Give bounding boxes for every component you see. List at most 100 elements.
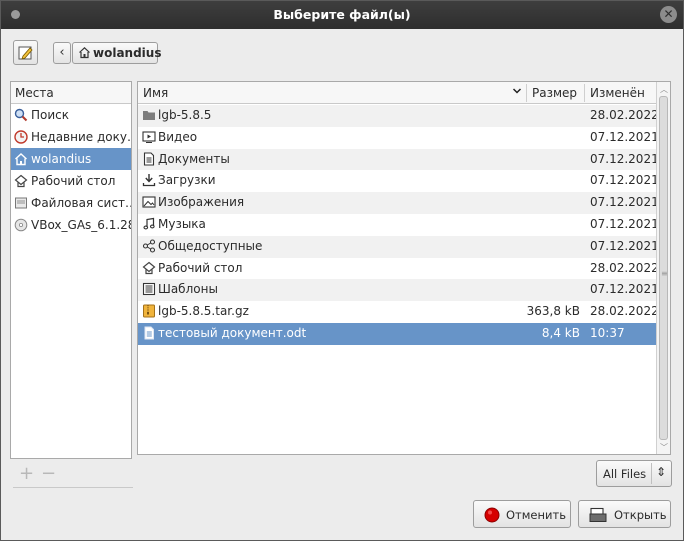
- home-icon: [79, 46, 90, 59]
- file-name: Изображения: [158, 195, 245, 210]
- file-modified: 28.02.2022: [590, 108, 659, 122]
- column-header-name[interactable]: Имя: [143, 86, 168, 100]
- documents-folder-icon: [143, 152, 155, 166]
- remove-bookmark-button[interactable]: −: [41, 463, 56, 484]
- drive-icon: [15, 197, 27, 209]
- file-name: Загрузки: [158, 173, 216, 188]
- search-icon: [14, 108, 28, 122]
- places-add-remove: + −: [13, 463, 133, 488]
- file-name: Музыка: [158, 216, 206, 231]
- sort-chevron-down-icon[interactable]: [512, 86, 522, 96]
- sidebar-item-label: Недавние доку…: [31, 130, 131, 144]
- file-name: Общедоступные: [158, 238, 263, 253]
- file-modified: 07.12.2021: [590, 282, 659, 297]
- open-button[interactable]: Открыть: [578, 500, 671, 528]
- breadcrumb-home-button[interactable]: wolandius: [72, 42, 162, 64]
- scrollbar-thumb[interactable]: ≡: [659, 96, 668, 440]
- updown-chevron-icon: ⇕: [656, 465, 667, 479]
- file-row[interactable]: lgb-5.8.5.tar.gz 363,8 kB 28.02.2022: [138, 301, 659, 323]
- file-modified: 07.12.2021: [590, 216, 659, 231]
- file-list: Имя Размер Изменён lgb-5.8.5 28.02.2022 …: [137, 81, 671, 455]
- file-modified: 07.12.2021: [590, 151, 659, 166]
- file-row[interactable]: Рабочий стол 28.02.2022: [138, 258, 659, 280]
- file-name: тестовый документ.odt: [158, 325, 307, 340]
- file-list-header: Имя Размер Изменён: [138, 82, 656, 104]
- open-label: Открыть: [614, 508, 667, 522]
- downloads-folder-icon: [142, 174, 156, 187]
- desktop-icon: [142, 261, 156, 274]
- file-modified: 07.12.2021: [590, 173, 659, 188]
- title-bar: Выберите файл(ы) ✕: [1, 1, 683, 29]
- archive-icon: [143, 304, 155, 318]
- sidebar-item-search[interactable]: Поиск: [11, 104, 131, 126]
- file-row-selected[interactable]: тестовый документ.odt 8,4 kB 10:37: [138, 322, 656, 345]
- file-modified: 07.12.2021: [590, 129, 659, 144]
- file-row[interactable]: lgb-5.8.5 28.02.2022: [138, 105, 659, 127]
- file-row[interactable]: Документы 07.12.2021: [138, 148, 659, 171]
- file-name: lgb-5.8.5: [158, 108, 212, 122]
- breadcrumb-label: wolandius: [93, 46, 162, 60]
- divider: [651, 463, 652, 484]
- sidebar-item-vbox-disc[interactable]: VBox_GAs_6.1.28: [11, 214, 131, 236]
- recent-icon: [14, 130, 28, 144]
- home-icon: [15, 153, 27, 166]
- file-modified: 28.02.2022: [590, 304, 659, 319]
- file-name: Документы: [158, 151, 230, 166]
- filter-selected-value: All Files: [603, 467, 647, 481]
- folder-icon: [143, 111, 155, 120]
- close-icon: ✕: [663, 7, 674, 21]
- file-modified: 10:37: [590, 325, 625, 340]
- type-location-button[interactable]: [13, 40, 38, 65]
- chevron-left-icon: ‹: [59, 45, 65, 60]
- cancel-icon: [484, 507, 500, 523]
- file-size: 8,4 kB: [541, 325, 580, 340]
- path-back-button[interactable]: ‹: [53, 42, 71, 64]
- file-row[interactable]: Общедоступные 07.12.2021: [138, 235, 659, 258]
- music-folder-icon: [143, 217, 155, 230]
- scroll-down-arrow-icon[interactable]: ﹀: [660, 442, 668, 453]
- open-folder-icon: [589, 507, 607, 522]
- file-type-filter-select[interactable]: All Files ⇕: [596, 460, 672, 487]
- places-header: Места: [11, 82, 131, 104]
- column-header-modified[interactable]: Изменён: [590, 86, 645, 100]
- desktop-icon: [14, 174, 28, 188]
- file-row[interactable]: Музыка 07.12.2021: [138, 214, 659, 236]
- grip-icon: ≡: [661, 269, 668, 278]
- sidebar-item-label: Поиск: [31, 108, 70, 122]
- file-rows: lgb-5.8.5 28.02.2022 Видео 07.12.2021 До…: [138, 105, 659, 345]
- file-size: 363,8 kB: [526, 304, 580, 319]
- disc-icon: [14, 218, 28, 232]
- file-name: Шаблоны: [158, 282, 218, 297]
- add-bookmark-button[interactable]: +: [19, 463, 34, 484]
- sidebar-item-label: Рабочий стол: [31, 174, 116, 188]
- cancel-button[interactable]: Отменить: [473, 500, 571, 528]
- file-modified: 28.02.2022: [590, 260, 659, 275]
- file-row[interactable]: Изображения 07.12.2021: [138, 192, 659, 214]
- scroll-up-arrow-icon[interactable]: ︿: [660, 84, 668, 95]
- share-folder-icon: [142, 239, 156, 253]
- pictures-folder-icon: [142, 196, 156, 208]
- sidebar-item-home[interactable]: wolandius: [11, 148, 131, 170]
- file-row[interactable]: Загрузки 07.12.2021: [138, 170, 659, 192]
- sidebar-item-label: Файловая сист…: [31, 196, 131, 210]
- file-chooser-dialog: Выберите файл(ы) ✕ ‹ wolandius Места Пои…: [0, 0, 684, 541]
- sidebar-item-label: wolandius: [31, 152, 92, 166]
- column-header-size[interactable]: Размер: [532, 86, 577, 100]
- video-folder-icon: [142, 131, 156, 143]
- text-document-icon: [144, 326, 154, 340]
- pencil-icon: [18, 46, 33, 60]
- sidebar-item-desktop[interactable]: Рабочий стол: [11, 170, 131, 192]
- file-row[interactable]: Видео 07.12.2021: [138, 127, 659, 149]
- vertical-scrollbar[interactable]: ︿ ≡ ﹀: [656, 82, 670, 454]
- divider: [13, 487, 133, 488]
- cancel-label: Отменить: [506, 508, 566, 522]
- file-row[interactable]: Шаблоны 07.12.2021: [138, 279, 659, 302]
- column-separator: [526, 84, 527, 102]
- file-name: Рабочий стол: [158, 260, 243, 275]
- close-button[interactable]: ✕: [660, 6, 677, 23]
- sidebar-item-filesystem[interactable]: Файловая сист…: [11, 192, 131, 214]
- sidebar-item-recent[interactable]: Недавние доку…: [11, 126, 131, 148]
- column-separator: [584, 84, 585, 102]
- window-title: Выберите файл(ы): [273, 7, 411, 22]
- file-modified: 07.12.2021: [590, 238, 659, 253]
